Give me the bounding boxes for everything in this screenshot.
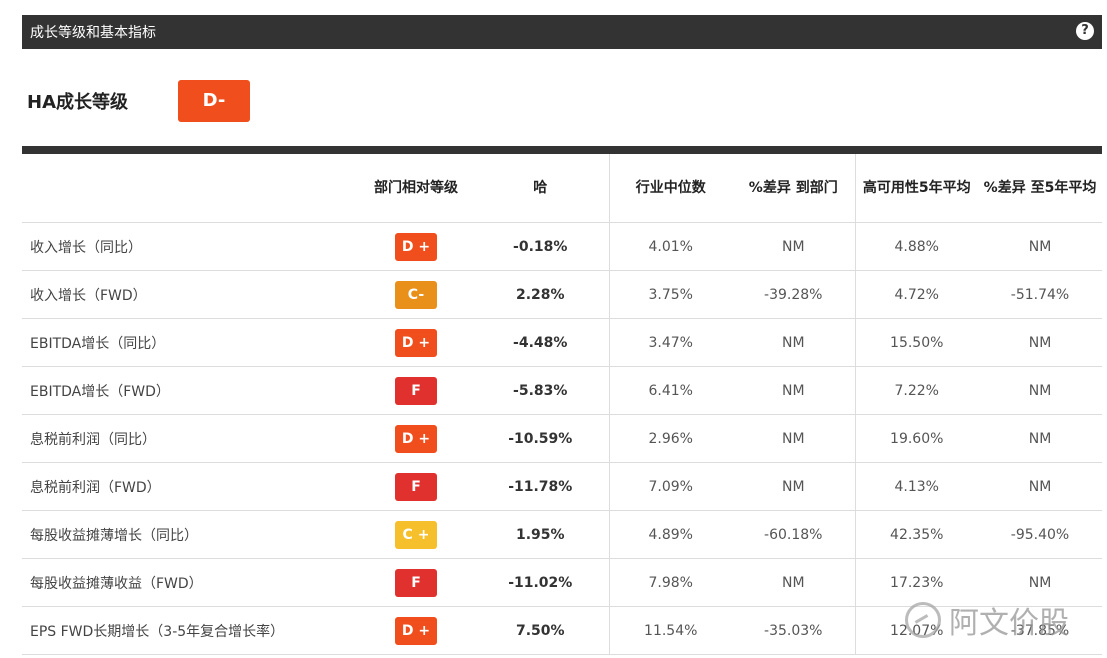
ha-value: -11.02% xyxy=(472,558,609,607)
avg5-value: 42.35% xyxy=(854,510,978,559)
col-header-sector-grade: 部门相对等级 xyxy=(360,154,472,223)
ha-value: 1.95% xyxy=(472,510,609,559)
diff-avg5-value: NM xyxy=(978,222,1102,271)
diff-avg5-value: -95.40% xyxy=(978,510,1102,559)
col-header-diff-sector: %差异 到部门 xyxy=(732,154,855,223)
diff-avg5-value: -51.74% xyxy=(978,270,1102,319)
ha-value: -11.78% xyxy=(472,462,609,511)
ha-value: 2.28% xyxy=(472,270,609,319)
metric-name: 每股收益摊薄收益（FWD） xyxy=(22,558,360,607)
table-row: EBITDA增长（FWD） F -5.83% 6.41% NM 7.22% NM xyxy=(22,366,1102,415)
metric-name: EBITDA增长（FWD） xyxy=(22,366,360,415)
median-value: 3.47% xyxy=(608,318,732,367)
table-row: 息税前利润（FWD） F -11.78% 7.09% NM 4.13% NM xyxy=(22,462,1102,511)
median-value: 4.89% xyxy=(608,510,732,559)
watermark-logo-icon xyxy=(905,602,941,638)
sector-grade-cell: D + xyxy=(360,414,472,463)
sector-grade-cell: D + xyxy=(360,318,472,367)
median-value: 7.09% xyxy=(608,462,732,511)
sector-grade-cell: F xyxy=(360,462,472,511)
diff-sector-value: NM xyxy=(732,414,855,463)
ha-value: -0.18% xyxy=(472,222,609,271)
grade-badge: D + xyxy=(395,232,437,261)
diff-sector-value: -35.03% xyxy=(732,606,855,655)
col-header-ha: 哈 xyxy=(472,154,609,223)
diff-sector-value: -60.18% xyxy=(732,510,855,559)
median-value: 11.54% xyxy=(608,606,732,655)
sector-grade-cell: F xyxy=(360,558,472,607)
watermark: 阿文价股 xyxy=(905,594,1095,646)
sector-grade-cell: C- xyxy=(360,270,472,319)
metric-name: 息税前利润（同比） xyxy=(22,414,360,463)
metric-name: 收入增长（同比） xyxy=(22,222,360,271)
diff-avg5-value: NM xyxy=(978,318,1102,367)
col-header-median: 行业中位数 xyxy=(608,154,732,223)
sector-grade-cell: C + xyxy=(360,510,472,559)
median-value: 3.75% xyxy=(608,270,732,319)
col-header-avg5: 高可用性5年平均 xyxy=(854,154,978,223)
metric-name: EPS FWD长期增长（3-5年复合增长率） xyxy=(22,606,360,655)
avg5-value: 4.13% xyxy=(854,462,978,511)
grade-badge: D + xyxy=(395,616,437,645)
diff-sector-value: -39.28% xyxy=(732,270,855,319)
avg5-value: 15.50% xyxy=(854,318,978,367)
ha-value: -4.48% xyxy=(472,318,609,367)
ha-value: -5.83% xyxy=(472,366,609,415)
median-value: 6.41% xyxy=(608,366,732,415)
grade-badge: C + xyxy=(395,520,437,549)
ha-value: 7.50% xyxy=(472,606,609,655)
diff-sector-value: NM xyxy=(732,318,855,367)
metric-name: EBITDA增长（同比） xyxy=(22,318,360,367)
diff-sector-value: NM xyxy=(732,558,855,607)
avg5-value: 4.72% xyxy=(854,270,978,319)
diff-sector-value: NM xyxy=(732,462,855,511)
median-value: 4.01% xyxy=(608,222,732,271)
sector-grade-cell: D + xyxy=(360,222,472,271)
help-icon[interactable]: ? xyxy=(1076,22,1094,40)
median-value: 7.98% xyxy=(608,558,732,607)
grade-badge: D + xyxy=(395,328,437,357)
section-title: 成长等级和基本指标 xyxy=(30,25,156,41)
metric-name: 息税前利润（FWD） xyxy=(22,462,360,511)
ha-value: -10.59% xyxy=(472,414,609,463)
diff-sector-value: NM xyxy=(732,366,855,415)
median-value: 2.96% xyxy=(608,414,732,463)
col-header-diff-avg5: %差异 至5年平均 xyxy=(978,154,1102,223)
grade-badge: F xyxy=(395,376,437,405)
growth-metrics-table: 部门相对等级 哈 行业中位数 %差异 到部门 高可用性5年平均 %差异 至5年平… xyxy=(22,154,1102,655)
table-row: EBITDA增长（同比） D + -4.48% 3.47% NM 15.50% NM xyxy=(22,318,1102,367)
diff-avg5-value: NM xyxy=(978,462,1102,511)
table-row: 收入增长（同比） D + -0.18% 4.01% NM 4.88% NM xyxy=(22,222,1102,271)
table-row: 收入增长（FWD） C- 2.28% 3.75% -39.28% 4.72% -51.74% xyxy=(22,270,1102,319)
growth-grade-label: HA成长等级 xyxy=(27,92,128,113)
diff-avg5-value: NM xyxy=(978,366,1102,415)
sector-grade-cell: F xyxy=(360,366,472,415)
grade-badge: F xyxy=(395,472,437,501)
grade-badge: C- xyxy=(395,280,437,309)
table-top-divider xyxy=(22,146,1102,154)
avg5-value: 19.60% xyxy=(854,414,978,463)
metric-name: 每股收益摊薄增长（同比） xyxy=(22,510,360,559)
watermark-text: 阿文价股 xyxy=(949,606,1069,641)
table-row: 息税前利润（同比） D + -10.59% 2.96% NM 19.60% NM xyxy=(22,414,1102,463)
diff-sector-value: NM xyxy=(732,222,855,271)
section-header: 成长等级和基本指标 ? xyxy=(22,15,1102,49)
col-header-metric xyxy=(22,154,360,223)
avg5-value: 7.22% xyxy=(854,366,978,415)
grade-badge: D + xyxy=(395,424,437,453)
sector-grade-cell: D + xyxy=(360,606,472,655)
table-row: 每股收益摊薄增长（同比） C + 1.95% 4.89% -60.18% 42.35% -9… xyxy=(22,510,1102,559)
diff-avg5-value: NM xyxy=(978,414,1102,463)
table-header-row: 部门相对等级 哈 行业中位数 %差异 到部门 高可用性5年平均 %差异 至5年平… xyxy=(22,154,1102,223)
grade-badge: F xyxy=(395,568,437,597)
growth-grade-badge: D- xyxy=(178,80,250,122)
metric-name: 收入增长（FWD） xyxy=(22,270,360,319)
avg5-value: 4.88% xyxy=(854,222,978,271)
